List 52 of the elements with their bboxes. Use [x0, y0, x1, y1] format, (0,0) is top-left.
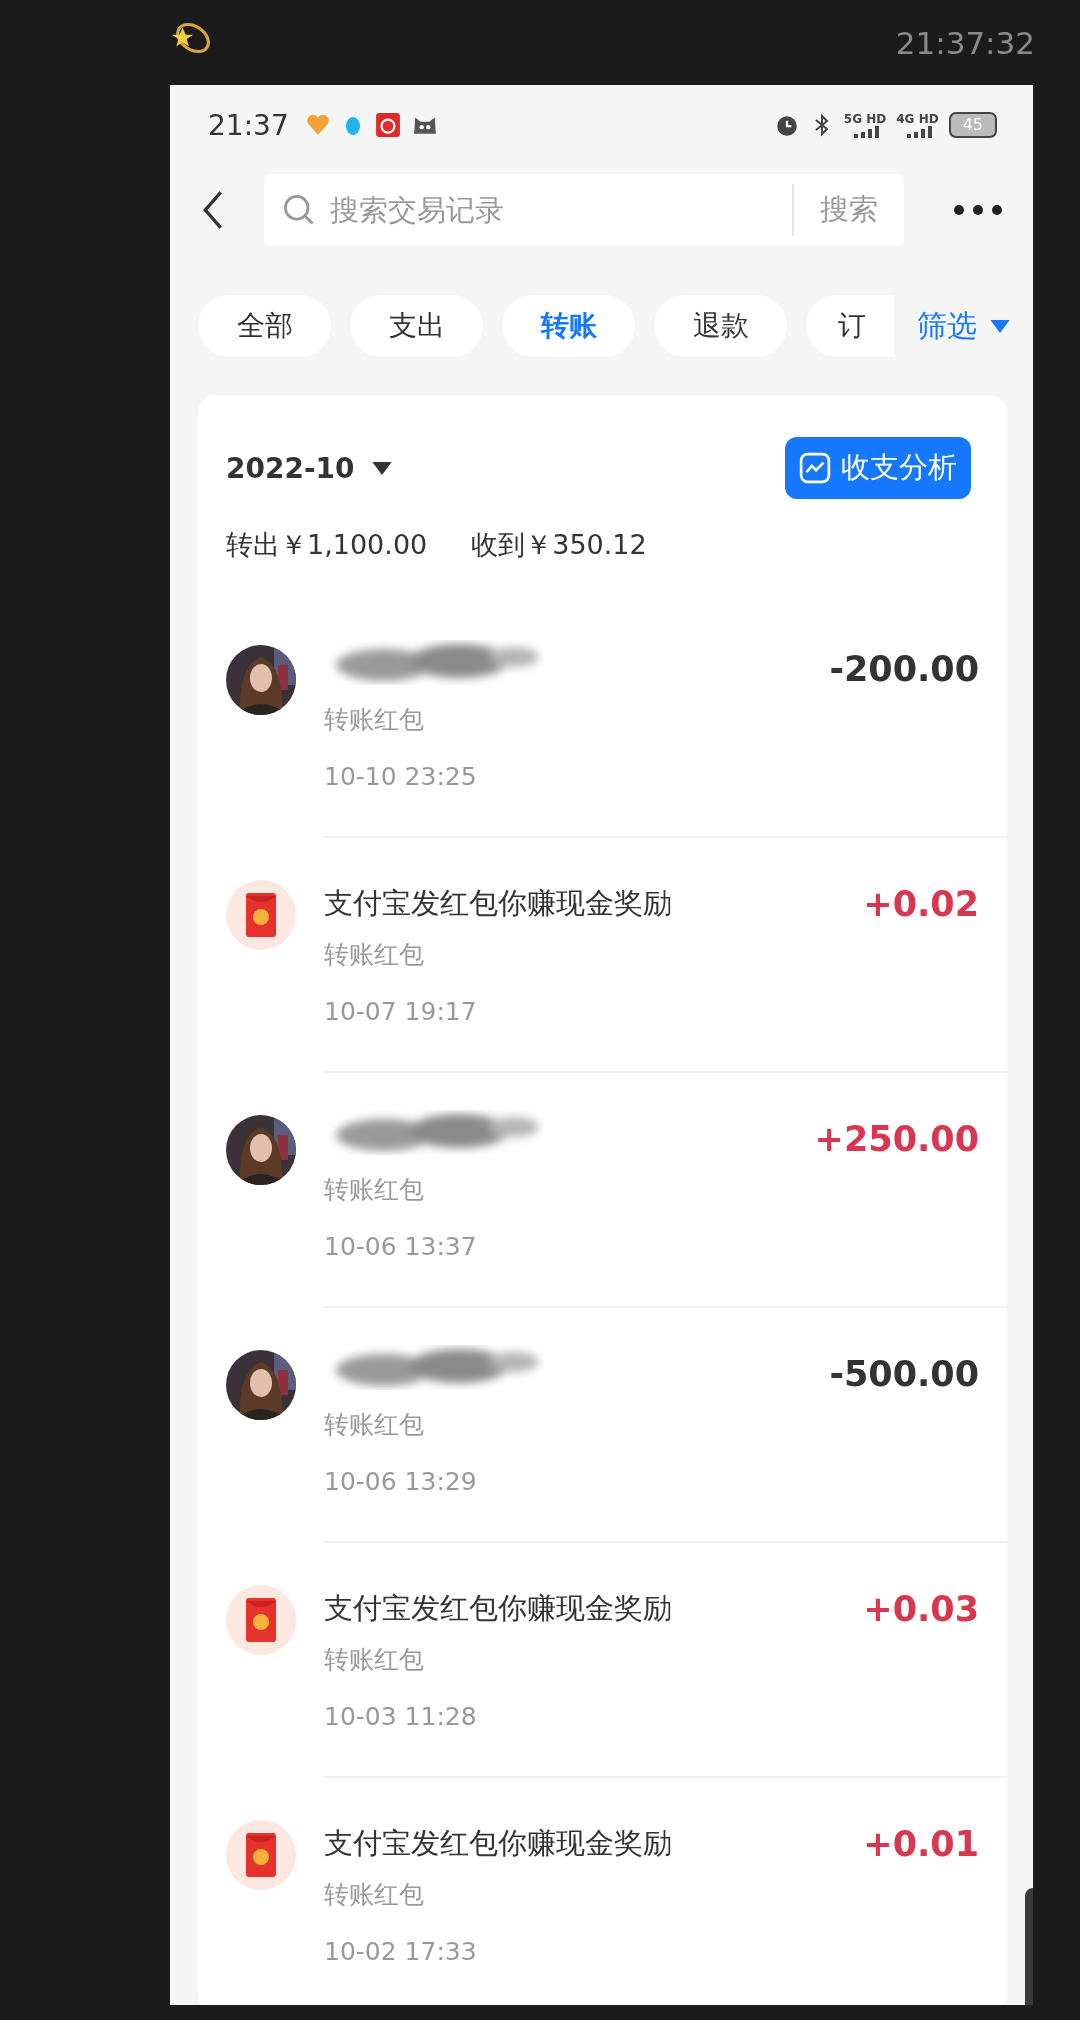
transaction-amount: -200.00 — [829, 649, 979, 689]
filter-tab[interactable]: 订 — [806, 295, 894, 357]
transaction-row[interactable]: 支付宝发红包你赚现金奖励 +0.02 转账红包 10-07 19:17 — [226, 838, 1007, 1073]
transaction-amount: +0.03 — [863, 1589, 979, 1629]
transaction-row[interactable]: -500.00 转账红包 10-06 13:29 — [226, 1308, 1007, 1543]
summary-total: 转出￥1,100.00 — [226, 528, 428, 562]
transaction-time: 10-02 17:33 — [324, 1937, 478, 1966]
floating-handle[interactable] — [1025, 1888, 1033, 2005]
transaction-type: 转账红包 — [324, 1174, 425, 1206]
summary-total: 收到￥350.12 — [471, 528, 647, 562]
caret-icon — [370, 460, 393, 476]
filter-tab[interactable]: 退款 — [654, 295, 787, 357]
transaction-title: 支付宝发红包你赚现金奖励 — [324, 1825, 672, 1862]
chart-icon — [799, 452, 831, 484]
transaction-row[interactable]: 支付宝发红包你赚现金奖励 +0.03 转账红包 10-03 11:28 — [226, 1543, 1007, 1778]
battery-level: 45 — [948, 112, 997, 138]
more-icon[interactable] — [953, 204, 1003, 216]
network-label: 4G HD — [896, 112, 939, 126]
transaction-time: 10-10 23:25 — [324, 762, 478, 791]
transaction-type: 转账红包 — [324, 939, 425, 971]
envelope-icon — [226, 1585, 296, 1655]
envelope-icon — [226, 1820, 296, 1890]
transaction-amount: +0.01 — [863, 1824, 979, 1864]
transaction-amount: -500.00 — [829, 1354, 979, 1394]
transaction-time: 10-07 19:17 — [324, 997, 478, 1026]
transaction-title: 支付宝发红包你赚现金奖励 — [324, 1590, 672, 1627]
transaction-row[interactable]: 支付宝发红包你赚现金奖励 +0.01 转账红包 10-02 17:33 — [226, 1778, 1007, 2005]
back-icon[interactable] — [202, 190, 224, 230]
envelope-icon — [226, 880, 296, 950]
transaction-type: 转账红包 — [324, 704, 425, 736]
transaction-time: 10-06 13:37 — [324, 1232, 478, 1261]
transaction-amount: +0.02 — [863, 884, 979, 924]
transaction-type: 转账红包 — [324, 1644, 425, 1676]
transaction-row[interactable]: -200.00 转账红包 10-10 23:25 — [226, 603, 1007, 838]
transaction-amount: +250.00 — [814, 1119, 979, 1159]
transaction-time: 10-03 11:28 — [324, 1702, 478, 1731]
search-icon — [282, 193, 316, 227]
caret-icon — [989, 318, 1011, 334]
filter-tab[interactable]: 转账 — [502, 295, 635, 357]
status-time: 21:37 — [208, 108, 289, 142]
music-app-icon — [374, 112, 401, 138]
filter-tab[interactable]: 全部 — [198, 295, 331, 357]
transaction-type: 转账红包 — [324, 1409, 425, 1441]
month-dropdown[interactable]: 2022-10 — [226, 451, 393, 485]
filter-tab[interactable]: 支出 — [350, 295, 483, 357]
transaction-type: 转账红包 — [324, 1879, 425, 1911]
network-label: 5G HD — [843, 112, 887, 126]
clock-time: 21:37:32 — [895, 24, 1035, 61]
transaction-row[interactable]: +250.00 转账红包 10-06 13:37 — [226, 1073, 1007, 1308]
analysis-button[interactable]: 收支分析 — [785, 437, 971, 499]
transaction-time: 10-06 13:29 — [324, 1467, 478, 1496]
transaction-title: 支付宝发红包你赚现金奖励 — [324, 885, 672, 922]
